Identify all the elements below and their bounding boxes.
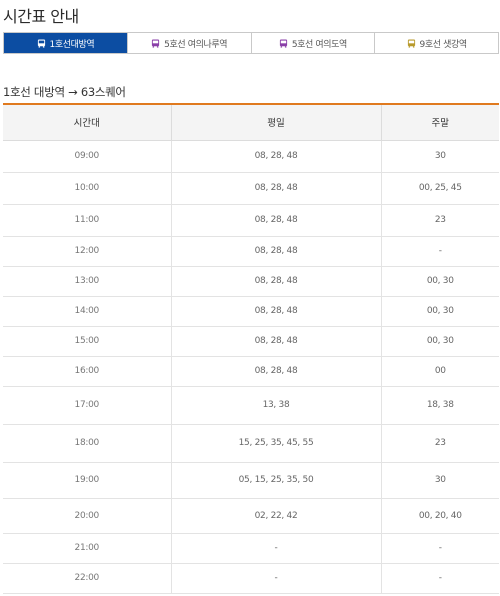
bus-icon xyxy=(407,38,416,48)
timetable: 시간대 평일 주말 09:00 08, 28, 48 30 10:00 08, 28,… xyxy=(3,105,499,594)
time-cell: 15:00 xyxy=(3,326,172,357)
weekday-cell: - xyxy=(171,563,382,594)
time-cell: 12:00 xyxy=(3,236,172,267)
weekend-cell: 23 xyxy=(381,424,499,463)
tab-label: 9호선 샛강역 xyxy=(419,39,468,50)
weekday-cell: 08, 28, 48 xyxy=(171,356,382,387)
weekday-cell: 05, 15, 25, 35, 50 xyxy=(171,462,382,499)
station-tabs: 1호선대방역 5호선 여의나루역 5호선 여의도역 9호선 샛강역 xyxy=(3,32,499,54)
weekend-cell: 00, 30 xyxy=(381,296,499,327)
table-row: 22:00- - xyxy=(3,563,499,594)
bus-icon xyxy=(279,38,288,48)
weekday-cell: 08, 28, 48 xyxy=(171,236,382,267)
header-time: 시간대 xyxy=(3,105,172,141)
header-weekend: 주말 xyxy=(381,105,499,141)
time-cell: 22:00 xyxy=(3,563,172,594)
weekday-cell: 13, 38 xyxy=(171,386,382,425)
time-cell: 10:00 xyxy=(3,172,172,205)
weekend-cell: 00, 20, 40 xyxy=(381,498,499,534)
weekend-cell: 30 xyxy=(381,462,499,499)
time-cell: 19:00 xyxy=(3,462,172,499)
weekend-cell: 18, 38 xyxy=(381,386,499,425)
table-row: 19:00 05, 15, 25, 35, 50 30 xyxy=(3,462,499,499)
tab-label: 5호선 여의나루역 xyxy=(164,39,228,50)
route-title: 1호선 대방역 → 63스퀘어 xyxy=(3,85,126,99)
time-cell: 09:00 xyxy=(3,140,172,173)
bus-icon xyxy=(151,38,160,48)
tab-line9-saetgang[interactable]: 9호선 샛강역 xyxy=(375,33,498,53)
table-row: 16:00 08, 28, 48 00 xyxy=(3,356,499,387)
table-row: 12:00 08, 28, 48- xyxy=(3,236,499,267)
time-cell: 13:00 xyxy=(3,266,172,297)
weekend-cell: 00, 25, 45 xyxy=(381,172,499,205)
weekday-cell: 08, 28, 48 xyxy=(171,140,382,173)
weekday-cell: 08, 28, 48 xyxy=(171,172,382,205)
tab-label: 5호선 여의도역 xyxy=(291,39,347,50)
tab-line5-yeouinaru[interactable]: 5호선 여의나루역 xyxy=(127,33,252,53)
header-weekday: 평일 xyxy=(171,105,382,141)
weekend-cell: 30 xyxy=(381,140,499,173)
table-row: 15:00 08, 28, 48 00, 30 xyxy=(3,326,499,357)
table-row: 11:00 08, 28, 48 23 xyxy=(3,204,499,237)
weekday-cell: 02, 22, 42 xyxy=(171,498,382,534)
weekend-cell: 00 xyxy=(381,356,499,387)
weekday-cell: 08, 28, 48 xyxy=(171,204,382,237)
table-row: 18:00 15, 25, 35, 45, 55 23 xyxy=(3,424,499,463)
tab-label: 1호선대방역 xyxy=(49,39,95,50)
table-header-row: 시간대 평일 주말 xyxy=(3,105,499,141)
weekend-cell: 00, 30 xyxy=(381,266,499,297)
tab-line5-yeouido[interactable]: 5호선 여의도역 xyxy=(251,33,376,53)
time-cell: 14:00 xyxy=(3,296,172,327)
weekday-cell: 08, 28, 48 xyxy=(171,326,382,357)
weekend-cell: - xyxy=(381,236,499,267)
table-row: 14:00 08, 28, 48 00, 30 xyxy=(3,296,499,327)
table-row: 13:00 08, 28, 48 00, 30 xyxy=(3,266,499,297)
table-row: 10:00 08, 28, 48 00, 25, 45 xyxy=(3,172,499,205)
bus-icon xyxy=(37,38,46,48)
weekday-cell: 08, 28, 48 xyxy=(171,296,382,327)
weekday-cell: 15, 25, 35, 45, 55 xyxy=(171,424,382,463)
time-cell: 17:00 xyxy=(3,386,172,425)
table-row: 17:00 13, 38 18, 38 xyxy=(3,386,499,425)
tab-line1-daebang[interactable]: 1호선대방역 xyxy=(4,33,128,53)
time-cell: 21:00 xyxy=(3,533,172,564)
weekday-cell: 08, 28, 48 xyxy=(171,266,382,297)
table-row: 20:00 02, 22, 42 00, 20, 40 xyxy=(3,498,499,534)
time-cell: 16:00 xyxy=(3,356,172,387)
weekend-cell: - xyxy=(381,563,499,594)
time-cell: 20:00 xyxy=(3,498,172,534)
weekday-cell: - xyxy=(171,533,382,564)
page-title: 시간표 안내 xyxy=(3,7,79,26)
time-cell: 18:00 xyxy=(3,424,172,463)
table-row: 21:00- - xyxy=(3,533,499,564)
time-cell: 11:00 xyxy=(3,204,172,237)
weekend-cell: 23 xyxy=(381,204,499,237)
weekend-cell: - xyxy=(381,533,499,564)
weekend-cell: 00, 30 xyxy=(381,326,499,357)
table-row: 09:00 08, 28, 48 30 xyxy=(3,140,499,173)
